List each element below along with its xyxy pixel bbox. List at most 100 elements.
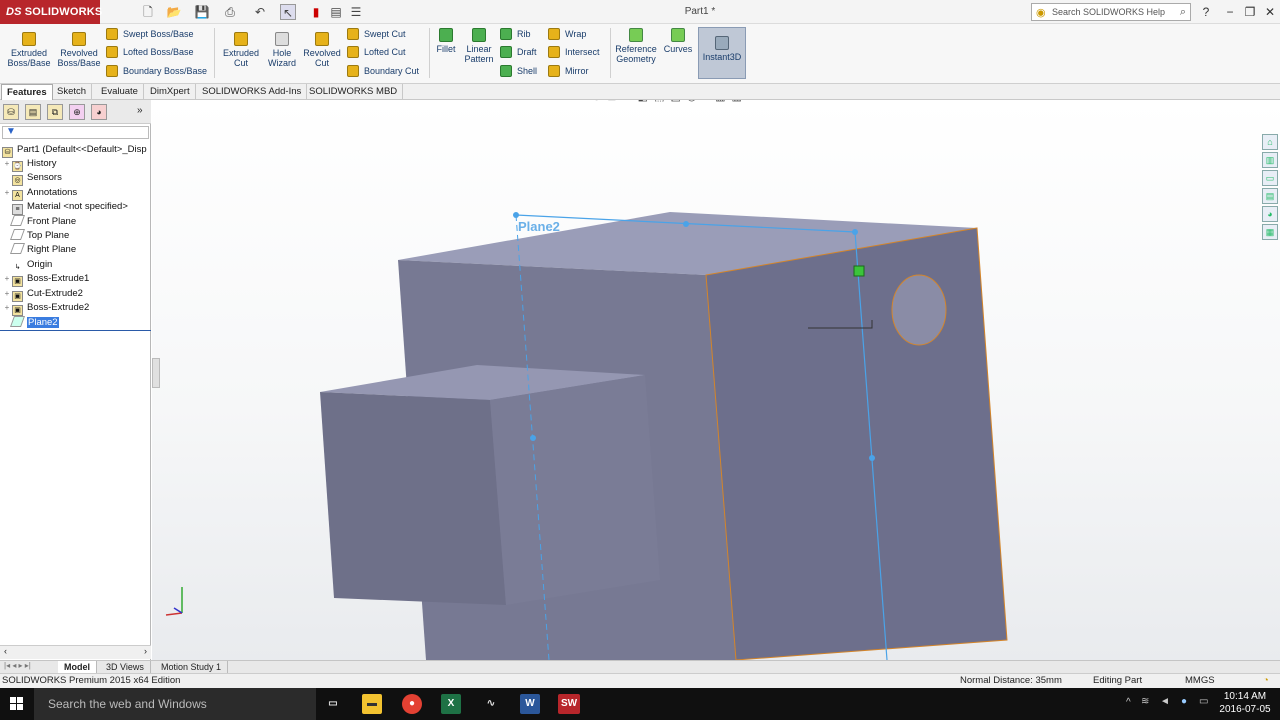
hole[interactable] (891, 274, 947, 346)
lofted-cut-button[interactable]: Lofted Cut (347, 45, 406, 59)
tab-features[interactable]: Features (1, 84, 53, 100)
dimxpert-manager-icon[interactable]: ⊕ (69, 104, 85, 120)
reference-geometry-button[interactable]: Reference Geometry (612, 28, 660, 64)
expand-icon[interactable]: + (2, 157, 12, 171)
search-icon[interactable]: ⌕ (1180, 4, 1186, 20)
shell-button[interactable]: Shell (500, 64, 537, 78)
tab-solidworks-mbd[interactable]: SOLIDWORKS MBD (304, 84, 404, 100)
system-clock[interactable]: 10:14 AM 2016-07-05 (1214, 690, 1276, 716)
plane-handle[interactable] (683, 221, 689, 227)
display-manager-icon[interactable]: ◕ (91, 104, 107, 120)
app-taskbar-icon[interactable]: ∿ (481, 694, 501, 714)
options-icon[interactable]: ☰ (348, 4, 364, 20)
undo-icon[interactable]: ↶ (252, 4, 268, 20)
lofted-boss-button[interactable]: Lofted Boss/Base (106, 45, 194, 59)
save-icon[interactable]: 💾 (194, 4, 210, 20)
feature-manager-tree-icon[interactable]: ⛁ (3, 104, 19, 120)
tree-item-boss-extrude1[interactable]: + ▣ Boss-Extrude1 (2, 272, 89, 287)
plane-label[interactable]: Plane2 (518, 219, 560, 234)
task-view-icon[interactable]: ▭ (323, 694, 343, 714)
intersect-button[interactable]: Intersect (548, 45, 600, 59)
linear-pattern-button[interactable]: Linear Pattern (462, 28, 496, 64)
tree-filter-input[interactable]: ▼ (2, 126, 149, 139)
close-button[interactable]: ✕ (1262, 3, 1278, 21)
graphics-area[interactable]: ⊕⊞↶◧⬚◩◉◕▨▦ ⊟ ⊟ ❐ ✕ ⌂ ▥ ▭ ▤ ◕ ▦ Plane2 (152, 100, 1280, 660)
extruded-cut-button[interactable]: Extruded Cut (218, 32, 264, 68)
open-folder-icon[interactable]: 📂 (166, 4, 182, 20)
boss-side-face[interactable] (490, 375, 660, 605)
revolved-boss-button[interactable]: Revolved Boss/Base (56, 32, 102, 68)
tab-evaluate[interactable]: Evaluate (96, 84, 144, 100)
model-view[interactable]: Plane2 (152, 100, 1280, 660)
unit-system-button[interactable]: MMGS (1185, 674, 1215, 688)
wrap-button[interactable]: Wrap (548, 27, 586, 41)
instant3d-button[interactable]: Instant3D (698, 27, 746, 79)
action-center-icon[interactable]: ▭ (1199, 696, 1208, 707)
help-menu-button[interactable]: ? (1198, 3, 1214, 21)
property-manager-icon[interactable]: ▤ (25, 104, 41, 120)
expand-icon[interactable]: + (2, 186, 12, 200)
file-explorer-taskbar-icon[interactable]: ▬ (362, 694, 382, 714)
tree-item-history[interactable]: + ⌚ History (2, 157, 57, 172)
network-icon[interactable]: ≋ (1141, 696, 1149, 707)
fillet-button[interactable]: Fillet (432, 28, 460, 54)
tab-dimxpert[interactable]: DimXpert (145, 84, 196, 100)
revolved-cut-button[interactable]: Revolved Cut (300, 32, 344, 68)
word-icon[interactable]: W (520, 694, 540, 714)
cloud-icon[interactable]: ● (1181, 696, 1187, 707)
tree-item-annotations[interactable]: + A Annotations (2, 186, 77, 201)
expand-icon[interactable]: + (2, 287, 12, 301)
expand-icon[interactable]: + (2, 301, 12, 315)
mirror-button[interactable]: Mirror (548, 64, 589, 78)
rib-button[interactable]: Rib (500, 27, 531, 41)
panel-horizontal-scrollbar[interactable]: ‹ › (0, 645, 151, 659)
plane-handle[interactable] (513, 212, 519, 218)
swept-cut-button[interactable]: Swept Cut (347, 27, 406, 41)
hole-wizard-button[interactable]: Hole Wizard (260, 32, 304, 68)
solidworks-taskbar-icon[interactable]: SW (558, 694, 580, 714)
configuration-manager-icon[interactable]: ⧉ (47, 104, 63, 120)
expand-icon[interactable]: + (2, 272, 12, 286)
tree-rollback-bar[interactable] (0, 330, 151, 331)
taskbar-search-input[interactable]: Search the web and Windows (34, 688, 316, 720)
tree-item-plane2[interactable]: Plane2 (2, 316, 59, 330)
tree-root-part[interactable]: ⛁ Part1 (Default<<Default>_Disp (2, 143, 147, 158)
extruded-boss-button[interactable]: Extruded Boss/Base (6, 32, 52, 68)
solidworks-logo[interactable]: DS SOLIDWORKS (0, 0, 102, 24)
tree-item-right-plane[interactable]: Right Plane (2, 243, 76, 257)
scroll-left-icon[interactable]: ‹ (4, 646, 7, 656)
plane-handle[interactable] (530, 435, 536, 441)
rebuild-icon[interactable]: ▮ (308, 4, 324, 20)
select-cursor-icon[interactable]: ↖ (280, 4, 296, 20)
swept-boss-button[interactable]: Swept Boss/Base (106, 27, 194, 41)
curves-button[interactable]: Curves (662, 28, 694, 54)
drag-handle[interactable] (853, 265, 865, 277)
draft-button[interactable]: Draft (500, 45, 537, 59)
tree-item-cut-extrude2[interactable]: + ▣ Cut-Extrude2 (2, 287, 83, 302)
windows-start-icon[interactable] (10, 697, 24, 711)
tree-item-front-plane[interactable]: Front Plane (2, 215, 76, 229)
tree-item-sensors[interactable]: ◎ Sensors (2, 171, 62, 186)
notification-icon[interactable]: ◔ (1263, 674, 1269, 688)
boundary-cut-button[interactable]: Boundary Cut (347, 64, 419, 78)
tree-item-material[interactable]: ≡ Material <not specified> (2, 200, 128, 215)
boundary-boss-button[interactable]: Boundary Boss/Base (106, 64, 207, 78)
tab-solidworks-addins[interactable]: SOLIDWORKS Add-Ins (197, 84, 308, 100)
boss-front-face[interactable] (320, 392, 506, 605)
tab-scroll-icon[interactable]: |◂ ◂ ▸ ▸| (4, 661, 31, 670)
show-hidden-icons-icon[interactable]: ^ (1126, 697, 1131, 708)
chrome-icon[interactable]: ● (402, 694, 422, 714)
tab-model[interactable]: Model (58, 661, 97, 673)
new-document-icon[interactable]: 🗋 (140, 4, 156, 20)
file-properties-icon[interactable]: ▤ (328, 4, 344, 20)
tab-motion-study-1[interactable]: Motion Study 1 (155, 661, 229, 673)
help-search-input[interactable]: ◉ Search SOLIDWORKS Help ⌕ (1031, 3, 1191, 21)
restore-button[interactable]: ❐ (1242, 3, 1258, 21)
tree-item-boss-extrude2[interactable]: + ▣ Boss-Extrude2 (2, 301, 89, 316)
tab-3d-views[interactable]: 3D Views (100, 661, 151, 673)
box-right-face[interactable] (705, 227, 1008, 660)
volume-icon[interactable]: ◄ (1160, 696, 1170, 707)
scroll-right-icon[interactable]: › (144, 646, 147, 656)
plane-handle[interactable] (852, 229, 858, 235)
tab-sketch[interactable]: Sketch (52, 84, 93, 100)
